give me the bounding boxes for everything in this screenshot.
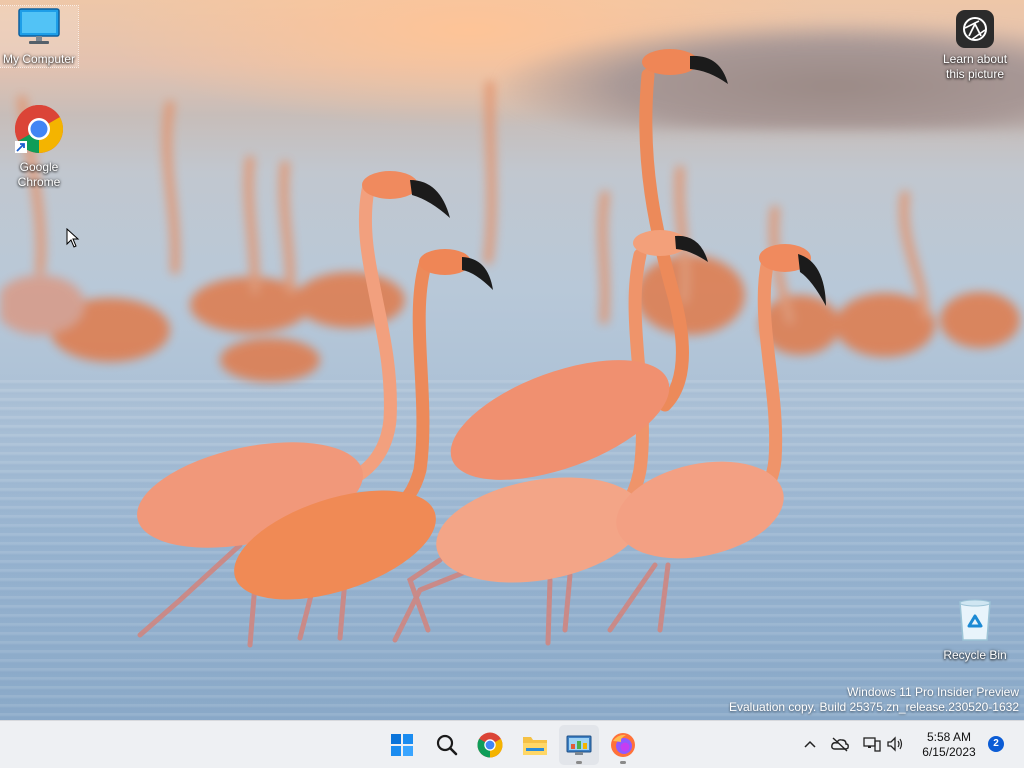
learn-about-this-picture[interactable]: Learn about this picture xyxy=(936,10,1014,82)
taskbar-clock[interactable]: 5:58 AM 6/15/2023 xyxy=(914,730,984,760)
chrome-icon xyxy=(477,732,503,758)
notification-badge[interactable]: 2 xyxy=(988,736,1004,752)
network-icon[interactable] xyxy=(862,734,882,754)
learn-about-line1: Learn about xyxy=(942,52,1008,66)
firefox-icon xyxy=(611,733,635,757)
recycle-bin-icon xyxy=(936,598,1014,646)
clock-time: 5:58 AM xyxy=(926,730,972,744)
taskbar-chrome-button[interactable] xyxy=(470,725,510,765)
desktop-icon-my-computer[interactable]: My Computer xyxy=(0,5,79,68)
volume-icon[interactable] xyxy=(885,734,905,754)
folder-icon xyxy=(523,737,547,755)
clock-date: 6/15/2023 xyxy=(922,745,976,759)
desktop: My Computer Google Chrome Recycle Bin Le… xyxy=(0,0,1024,720)
learn-about-line2: this picture xyxy=(945,67,1005,81)
taskbar-start-button[interactable] xyxy=(382,725,422,765)
desktop-icon-label: Recycle Bin xyxy=(943,648,1007,662)
taskbar-file-explorer-button[interactable] xyxy=(515,725,555,765)
windows-start-icon xyxy=(391,734,413,756)
taskbar-search-button[interactable] xyxy=(427,725,467,765)
chevron-up-icon[interactable] xyxy=(800,734,820,754)
windows-watermark: Windows 11 Pro Insider Preview Evaluatio… xyxy=(729,685,1019,715)
desktop-icon-label: My Computer xyxy=(2,52,76,66)
search-icon xyxy=(436,734,458,756)
taskbar: 5:58 AM 6/15/2023 2 xyxy=(0,720,1024,768)
desktop-icon-google-chrome[interactable]: Google Chrome xyxy=(0,104,78,190)
watermark-line1: Windows 11 Pro Insider Preview xyxy=(847,685,1019,699)
mouse-cursor-icon xyxy=(66,228,80,248)
monitor-icon xyxy=(0,6,78,50)
taskbar-control-panel-button[interactable] xyxy=(559,725,599,765)
desktop-icon-recycle-bin[interactable]: Recycle Bin xyxy=(936,598,1014,663)
wallpaper-foreground-flamingos xyxy=(137,49,826,648)
control-panel-icon xyxy=(566,735,592,755)
taskbar-firefox-button[interactable] xyxy=(603,725,643,765)
onedrive-offline-icon[interactable] xyxy=(830,734,850,754)
desktop-icon-label: Google Chrome xyxy=(17,160,61,189)
watermark-line2: Evaluation copy. Build 25375.zn_release.… xyxy=(729,700,1019,714)
running-indicator xyxy=(576,761,582,764)
chrome-icon xyxy=(0,104,78,158)
running-indicator xyxy=(620,761,626,764)
camera-lens-icon xyxy=(956,10,994,48)
